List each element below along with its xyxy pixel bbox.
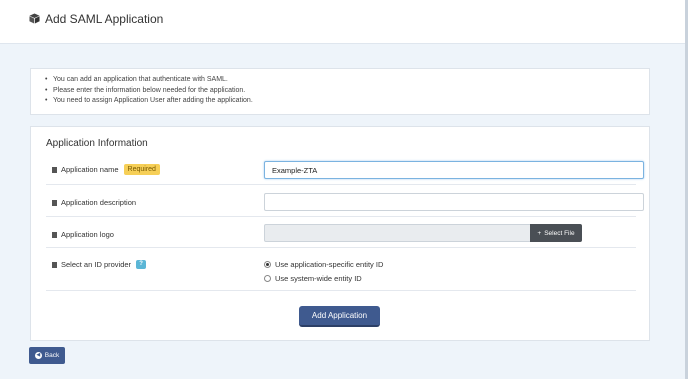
radio-app-specific-entity-id[interactable]: Use application-specific entity ID <box>264 260 383 269</box>
back-button[interactable]: ◀ Back <box>29 347 65 364</box>
application-info-panel: Application Information Application name… <box>30 126 650 341</box>
section-title: Application Information <box>46 138 148 149</box>
app-logo-label-text: Application logo <box>61 230 114 239</box>
arrow-left-icon: ◀ <box>34 352 42 359</box>
id-provider-row: Select an ID provider ? Use application-… <box>46 248 636 291</box>
info-line: You can add an application that authenti… <box>45 75 649 86</box>
radio-option-label: Use application-specific entity ID <box>275 260 384 269</box>
app-description-row: Application description <box>46 185 644 217</box>
page-title: Add SAML Application <box>45 12 164 26</box>
bullet-square-icon <box>52 261 57 268</box>
info-line: Please enter the information below neede… <box>45 86 649 97</box>
app-name-input[interactable] <box>264 161 644 179</box>
app-name-row: Application name Required <box>46 154 644 185</box>
radio-system-wide-entity-id[interactable]: Use system-wide entity ID <box>264 274 362 283</box>
radio-option-label: Use system-wide entity ID <box>275 274 362 283</box>
info-list: You can add an application that authenti… <box>31 69 649 107</box>
select-file-button[interactable]: + Select File <box>530 224 582 242</box>
app-name-label-text: Application name <box>61 165 119 174</box>
cube-icon <box>29 13 40 24</box>
bullet-square-icon <box>52 166 57 173</box>
app-description-label: Application description <box>52 198 136 207</box>
back-label: Back <box>44 352 60 359</box>
radio-button[interactable] <box>264 275 271 282</box>
app-description-label-text: Application description <box>61 198 137 207</box>
plus-icon: + <box>537 229 542 237</box>
page-header: Add SAML Application <box>0 0 688 44</box>
help-badge[interactable]: ? <box>136 260 147 269</box>
id-provider-label: Select an ID provider ? <box>52 260 147 269</box>
add-application-button[interactable]: Add Application <box>299 306 380 327</box>
app-logo-label: Application logo <box>52 230 114 239</box>
info-line: You need to assign Application User afte… <box>45 96 649 107</box>
radio-button-checked[interactable] <box>264 261 271 268</box>
app-logo-file-field[interactable] <box>264 224 531 242</box>
bullet-square-icon <box>52 231 57 238</box>
id-provider-label-text: Select an ID provider <box>61 260 132 269</box>
select-file-label: Select File <box>544 229 575 237</box>
required-badge: Required <box>123 164 160 175</box>
bullet-square-icon <box>52 199 57 206</box>
app-description-input[interactable] <box>264 193 644 211</box>
app-name-label: Application name Required <box>52 164 160 175</box>
info-notice: You can add an application that authenti… <box>30 68 650 115</box>
app-logo-row: Application logo + Select File <box>46 217 636 248</box>
